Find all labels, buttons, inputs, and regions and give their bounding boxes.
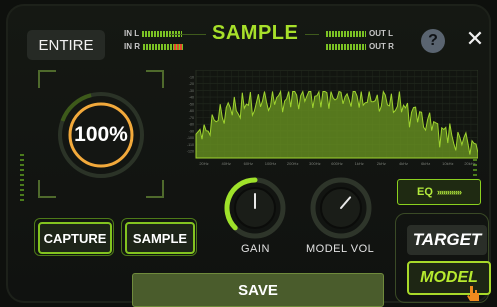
spectrum-y-tick: -20: [189, 82, 194, 86]
input-meter-right-label: IN R: [124, 42, 140, 51]
spectrum-y-tick: -90: [189, 129, 194, 133]
spectrum-x-tick: 200Hz: [287, 161, 299, 166]
output-meter-right-label: OUT R: [369, 42, 394, 51]
left-ridge: [20, 154, 24, 204]
eq-label: EQ: [417, 186, 433, 198]
title-divider-left: [170, 34, 206, 35]
help-icon: ?: [428, 32, 438, 49]
model-vol-knob[interactable]: [310, 177, 372, 239]
help-button[interactable]: ?: [421, 29, 445, 53]
target-button[interactable]: TARGET: [407, 225, 487, 255]
spectrum-x-tick: 100Hz: [265, 161, 277, 166]
frame-corner-br: [146, 180, 164, 198]
spectrum-x-tick: 10kHz: [442, 161, 453, 166]
spectrum-y-tick: -40: [189, 96, 194, 100]
entire-button[interactable]: ENTIRE: [27, 30, 105, 60]
spectrum-x-tick: 600Hz: [331, 161, 343, 166]
input-meter-left-label: IN L: [124, 29, 140, 38]
spectrum-x-tick: 20kHz: [464, 161, 475, 166]
output-meter-left: OUT L: [326, 29, 393, 38]
frame-corner-tl: [38, 70, 56, 88]
chevrons-icon: »»»»»»: [436, 187, 462, 197]
hand-cursor-icon: [467, 286, 479, 301]
spectrum-x-tick: 300Hz: [309, 161, 321, 166]
spectrum-analyzer: -10-20-30-40-50-60-70-80-90-100-110-120 …: [187, 70, 478, 166]
input-meter-right: IN R: [124, 42, 183, 51]
spectrum-x-tick: 20Hz: [199, 161, 208, 166]
spectrum-x-tick: 60Hz: [244, 161, 253, 166]
spectrum-x-tick: 4kHz: [399, 161, 408, 166]
spectrum-y-ticks: -10 -20 -30 -40 -50 -60 -70 -80 -90 -100 -110 -120: [187, 75, 194, 153]
output-meter-right: OUT R: [326, 42, 394, 51]
eq-button[interactable]: EQ »»»»»»: [397, 179, 481, 205]
spectrum-x-tick: 40Hz: [221, 161, 230, 166]
close-button[interactable]: ✕: [464, 26, 486, 51]
spectrum-x-tick: 6kHz: [421, 161, 430, 166]
close-icon: ✕: [465, 26, 485, 51]
capture-button[interactable]: CAPTURE: [38, 222, 112, 254]
spectrum-y-tick: -80: [189, 123, 194, 127]
frame-corner-tr: [146, 70, 164, 88]
spectrum-y-tick: -60: [189, 109, 194, 113]
output-meter-left-label: OUT L: [369, 29, 393, 38]
spectrum-y-tick: -100: [187, 136, 194, 140]
spectrum-x-ticks: 20Hz 40Hz 60Hz 100Hz 200Hz 300Hz 600Hz 1kHz 2kHz…: [199, 161, 475, 166]
save-button[interactable]: SAVE: [132, 273, 384, 307]
spectrum-x-tick: 1kHz: [355, 161, 364, 166]
spectrum-y-tick: -70: [189, 116, 194, 120]
title-divider-right: [305, 34, 319, 35]
gain-label: GAIN: [241, 243, 270, 255]
sample-button[interactable]: SAMPLE: [125, 222, 195, 254]
input-meter-right-bars: [143, 43, 183, 50]
spectrum-y-tick: -50: [189, 102, 194, 106]
spectrum-y-tick: -110: [187, 143, 194, 147]
gain-knob[interactable]: [224, 177, 286, 239]
spectrum-y-tick: -30: [189, 89, 194, 93]
frame-corner-bl: [38, 180, 56, 198]
spectrum-x-tick: 2kHz: [377, 161, 386, 166]
spectrum-y-tick: -10: [189, 75, 194, 79]
output-meter-left-bars: [326, 30, 366, 37]
mix-value: 100%: [74, 123, 128, 146]
model-vol-label: MODEL VOL: [306, 243, 375, 255]
spectrum-y-tick: -120: [187, 150, 194, 154]
page-title: SAMPLE: [212, 22, 299, 44]
output-meter-right-bars: [326, 43, 366, 50]
mix-dial-frame: 100%: [38, 70, 164, 198]
